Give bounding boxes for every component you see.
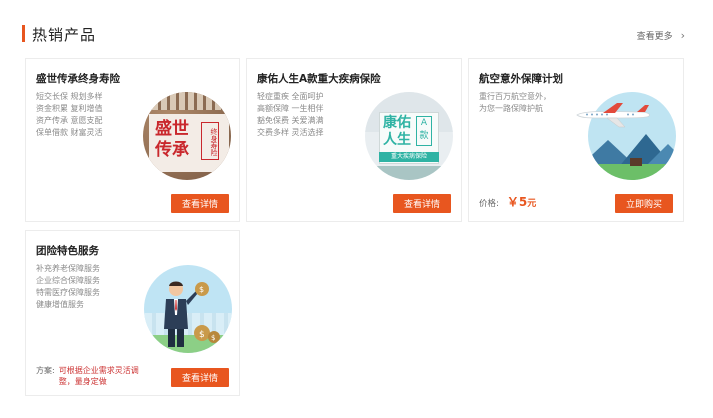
bookshelf-graphic <box>143 92 231 110</box>
image-title-text: 盛世 传承 <box>155 119 189 160</box>
image-strip-text: 重大疾病保险 <box>379 152 439 162</box>
feature-line: 轻症重疾 全面呵护 <box>257 92 324 101</box>
price-label: 价格: <box>479 199 499 209</box>
airplane-icon <box>576 103 650 128</box>
feature-line: 企业综合保障服务 <box>36 276 100 285</box>
feature-list: 轻症重疾 全面呵护 高额保障 一生相伴 豁免保费 关爱满满 交费多样 灵活选择 <box>257 91 324 139</box>
image-title-text: 康佑 人生 <box>383 115 411 148</box>
view-details-button[interactable]: 查看详情 <box>393 194 451 213</box>
feature-line: 豁免保费 关爱满满 <box>257 116 324 125</box>
floor-graphic <box>365 166 453 180</box>
feature-line: 高额保障 一生相伴 <box>257 104 324 113</box>
card-title[interactable]: 康佑人生A款重大疾病保险 <box>257 71 381 86</box>
plan-note: 方案: 可根据企业需求灵活调整，量身定做 <box>36 365 154 387</box>
view-more-link[interactable]: 查看更多 › <box>637 29 685 42</box>
price-amount: ￥5元 <box>507 193 536 210</box>
title-accent-bar <box>22 25 25 42</box>
product-image-critical: 康佑 人生 A款 重大疾病保险 <box>365 92 453 180</box>
view-details-button[interactable]: 查看详情 <box>171 194 229 213</box>
price-value: 5 <box>518 195 528 209</box>
image-tag-text: 终身寿险 <box>201 122 219 160</box>
price: 价格: ￥5元 <box>479 193 536 210</box>
product-image-group: $ $ $ <box>144 265 232 353</box>
product-card-aviation-accident: 航空意外保障计划 重行百万航空意外， 为您一路保障护航 价格: ￥5元 立即购买 <box>468 58 684 222</box>
feature-line: 短交长保 规划多样 <box>36 92 103 101</box>
feature-line: 特需医疗保障服务 <box>36 288 100 297</box>
feature-line: 交费多样 灵活选择 <box>257 128 324 137</box>
feature-line: 资产传承 意愿支配 <box>36 116 103 125</box>
feature-line: 为您一路保障护航 <box>479 104 543 113</box>
buy-now-button[interactable]: 立即购买 <box>615 194 673 213</box>
view-more-label[interactable]: 查看更多 <box>637 29 673 42</box>
product-card-group-services: 团险特色服务 补充养老保障服务 企业综合保障服务 特需医疗保障服务 健康增值服务… <box>25 230 240 396</box>
hut-graphic <box>630 158 642 166</box>
feature-line: 重行百万航空意外， <box>479 92 551 101</box>
product-card-critical-illness: 康佑人生A款重大疾病保险 轻症重疾 全面呵护 高额保障 一生相伴 豁免保费 关爱… <box>246 58 462 222</box>
card-title[interactable]: 盛世传承终身寿险 <box>36 71 120 86</box>
svg-text:$: $ <box>211 334 215 342</box>
feature-line: 补充养老保障服务 <box>36 264 100 273</box>
svg-text:$: $ <box>199 330 205 340</box>
section-header: 热销产品 查看更多 › <box>0 0 713 60</box>
plan-label: 方案: <box>36 366 55 375</box>
feature-list: 补充养老保障服务 企业综合保障服务 特需医疗保障服务 健康增值服务 <box>36 263 100 311</box>
feature-line: 保单借款 财富灵活 <box>36 128 103 137</box>
ground-graphic <box>588 164 676 180</box>
card-title[interactable]: 团险特色服务 <box>36 243 99 258</box>
svg-text:$: $ <box>199 285 204 294</box>
card-title[interactable]: 航空意外保障计划 <box>479 71 563 86</box>
feature-line: 资金积累 复利增值 <box>36 104 103 113</box>
feature-line: 健康增值服务 <box>36 300 84 309</box>
price-unit: 元 <box>527 199 537 209</box>
section-title: 热销产品 <box>32 26 97 44</box>
feature-list: 短交长保 规划多样 资金积累 复利增值 资产传承 意愿支配 保单借款 财富灵活 <box>36 91 103 139</box>
view-details-button[interactable]: 查看详情 <box>171 368 229 387</box>
feature-list: 重行百万航空意外， 为您一路保障护航 <box>479 91 551 115</box>
businessman-icon: $ $ $ <box>164 281 220 347</box>
product-image-lifetime: 盛世 传承 终身寿险 <box>143 92 231 180</box>
chevron-right-icon[interactable]: › <box>681 29 685 42</box>
image-tag-text: A款 <box>416 116 432 146</box>
product-card-lifetime-insurance: 盛世传承终身寿险 短交长保 规划多样 资金积累 复利增值 资产传承 意愿支配 保… <box>25 58 240 222</box>
currency-symbol: ￥ <box>506 195 519 209</box>
plan-text: 可根据企业需求灵活调整，量身定做 <box>58 366 139 386</box>
